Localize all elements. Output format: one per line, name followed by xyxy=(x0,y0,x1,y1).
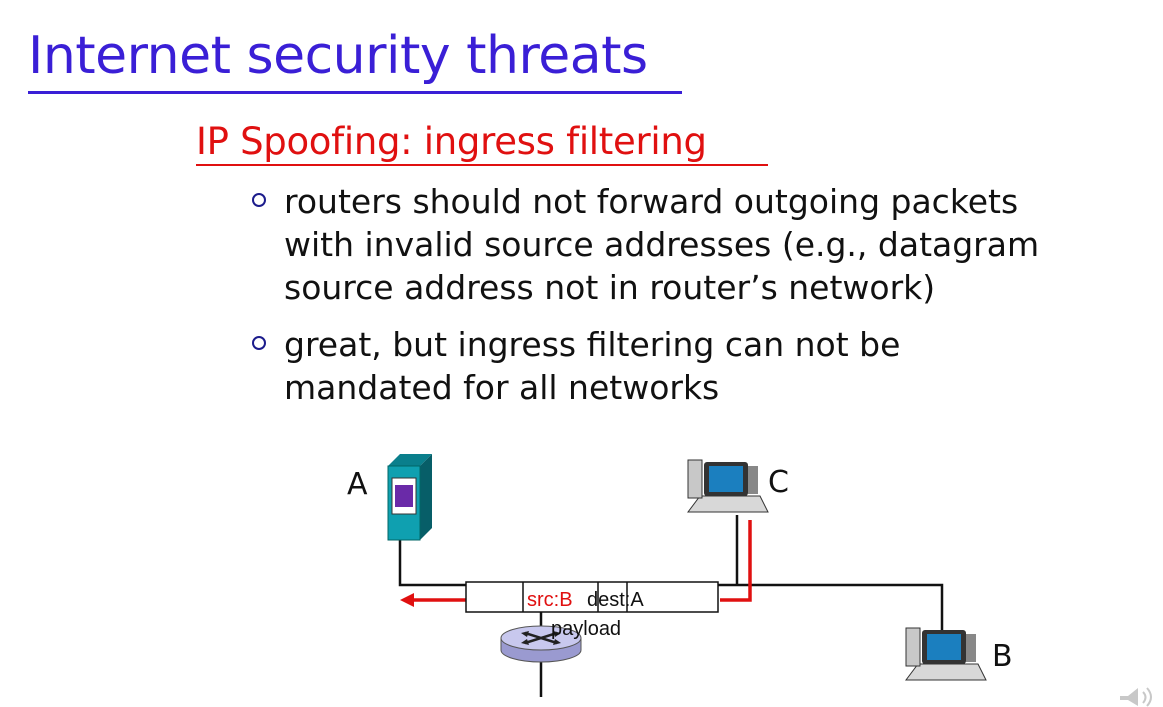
node-b-label: B xyxy=(992,639,1013,674)
node-a-label: A xyxy=(347,467,368,502)
speaker-icon xyxy=(1120,687,1152,707)
spoofed-path-from-c xyxy=(720,520,752,602)
arrow-left-icon xyxy=(400,593,414,607)
server-icon xyxy=(387,454,432,541)
computer-icon xyxy=(905,627,987,681)
packet-payload-label: payload xyxy=(551,618,621,640)
computer-icon xyxy=(687,459,769,513)
node-c-label: C xyxy=(768,465,789,500)
network-diagram: A C B src:B dest:A payload xyxy=(347,454,1152,707)
packet-dest-label: dest:A xyxy=(587,589,644,611)
wire-a-to-packet xyxy=(398,535,468,587)
packet-src-label: src:B xyxy=(527,589,573,611)
